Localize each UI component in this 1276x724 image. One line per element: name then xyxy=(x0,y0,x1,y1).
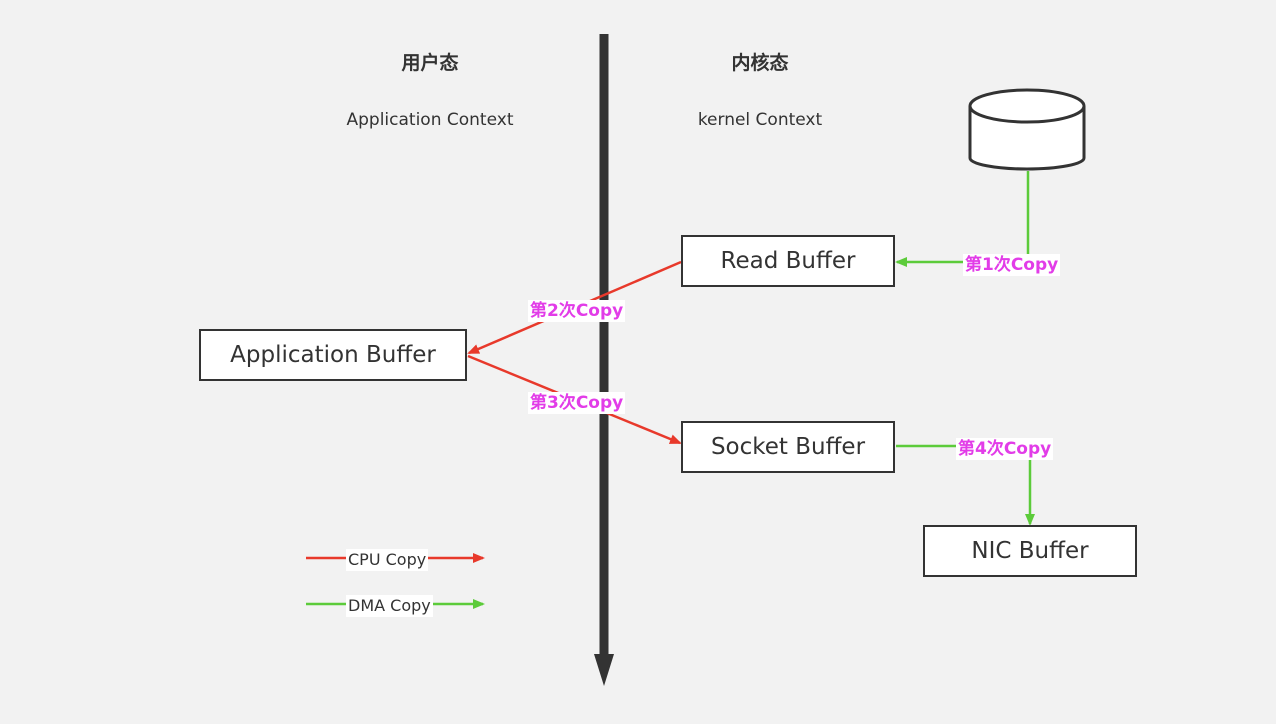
zero-copy-diagram: 用户态 Application Context 内核态 kernel Conte… xyxy=(0,0,1276,720)
socket-buffer-box: Socket Buffer xyxy=(681,421,895,473)
read-buffer-box: Read Buffer xyxy=(681,235,895,287)
application-buffer-box: Application Buffer xyxy=(199,329,467,381)
kernel-space-subtitle: kernel Context xyxy=(697,110,823,130)
legend-dma-label: DMA Copy xyxy=(346,595,433,617)
copy-label-4: 第4次Copy xyxy=(956,438,1054,460)
copy-label-1: 第1次Copy xyxy=(963,254,1061,276)
copy-label-2: 第2次Copy xyxy=(528,300,626,322)
dma-copy-arrow-1 xyxy=(895,171,1030,267)
disk-icon xyxy=(968,88,1086,171)
user-space-subtitle: Application Context xyxy=(346,110,514,130)
kernel-space-title: 内核态 xyxy=(731,52,789,74)
divider-arrowhead xyxy=(594,654,614,686)
nic-buffer-box: NIC Buffer xyxy=(923,525,1137,577)
copy-label-3: 第3次Copy xyxy=(528,392,626,414)
legend-cpu-label: CPU Copy xyxy=(346,549,429,571)
user-space-title: 用户态 xyxy=(401,52,459,74)
diagram-canvas xyxy=(306,34,1086,686)
